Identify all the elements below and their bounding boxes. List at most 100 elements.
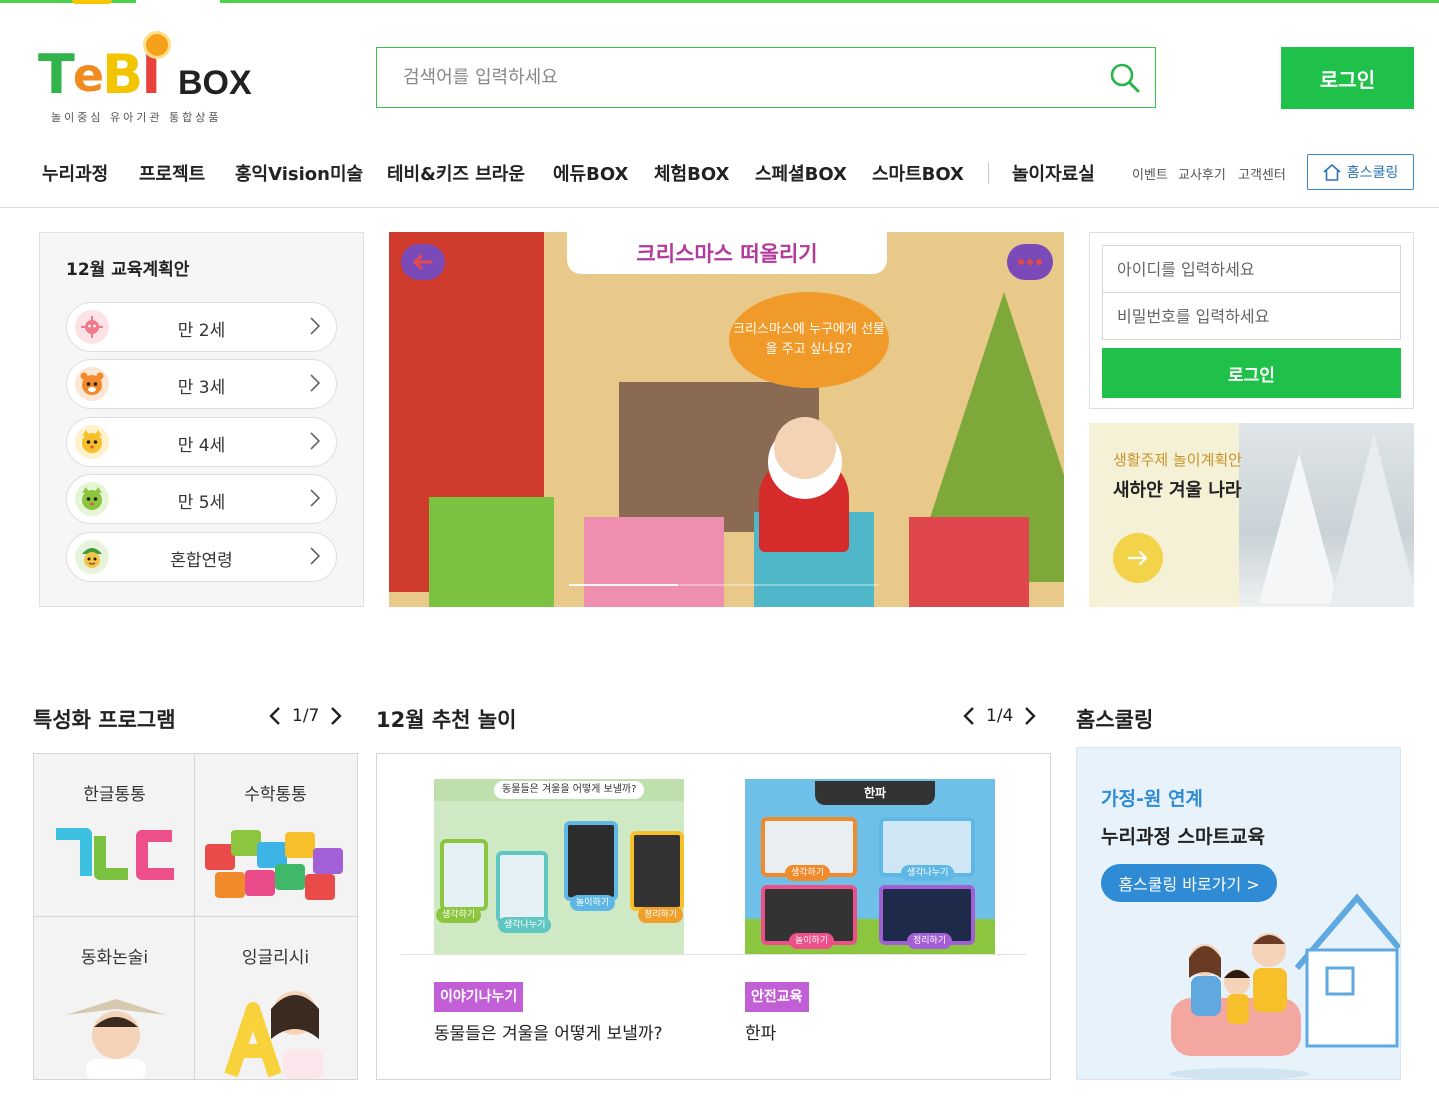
nav-util-support[interactable]: 고객센터 (1238, 164, 1286, 183)
recommend-card-title: 동물들은 겨울을 어떻게 보낼까? (434, 1024, 663, 1044)
hero-slide-progress (569, 584, 879, 586)
arrow-right-icon (1127, 550, 1148, 566)
thumb-label: 생각하기 (436, 907, 482, 923)
thumb-label: 정리하기 (638, 907, 684, 923)
nav-item-nuri[interactable]: 누리과정 (42, 160, 108, 186)
age-button-3[interactable]: 만 3세 (66, 359, 337, 409)
program-grid: 한글통통 수학통통 동화논술i 잉글리시i (33, 753, 358, 1080)
nav-item-vision-art[interactable]: 홍익Vision미술 (235, 160, 363, 186)
homeschool-line1: 가정-원 연계 (1101, 788, 1203, 810)
program-math[interactable]: 수학통통 (195, 754, 356, 916)
speech-bubble: 크리스마스에 누구에게 선물을 주고 싶나요? (729, 292, 889, 388)
chevron-left-icon[interactable] (962, 706, 976, 726)
recommend-panel: 동물들은 겨울을 어떻게 보낼까? 생각하기 생각나누기 놀이하기 정리하기 이… (376, 753, 1051, 1080)
nav-item-edubox[interactable]: 에듀BOX (553, 160, 628, 186)
back-arrow-button[interactable] (401, 244, 445, 280)
more-dot-icon (1018, 259, 1024, 265)
number-tiles-image (205, 830, 343, 900)
nav-util-event[interactable]: 이벤트 (1132, 164, 1168, 183)
age-label: 혼합연령 (170, 551, 233, 571)
nav-item-experience-box[interactable]: 체험BOX (654, 160, 729, 186)
thumb-label: 생각나누기 (498, 917, 552, 933)
recommend-pager: 1/4 (962, 706, 1037, 726)
winter-subtitle: 생활주제 놀이계획안 (1113, 451, 1242, 469)
nav-item-tebi-kids[interactable]: 테비&키즈 브라운 (387, 160, 525, 186)
site-logo[interactable]: TeBI BOX 놀이중심 유아기관 통합상품 (38, 34, 253, 126)
santa-face (774, 417, 836, 479)
age-label: 만 2세 (177, 321, 226, 341)
chevron-right-icon (310, 317, 320, 335)
winter-theme-banner[interactable]: 생활주제 놀이계획안 새하얀 겨울 나라 (1089, 423, 1414, 607)
monthly-plan-title: 12월 교육계획안 (66, 260, 190, 280)
program-name: 동화논술i (80, 948, 149, 968)
main-nav: 누리과정 프로젝트 홍익Vision미술 테비&키즈 브라운 에듀BOX 체험B… (0, 150, 1439, 208)
program-story-essay[interactable]: 동화논술i (34, 917, 195, 1079)
program-english[interactable]: 잉글리시i (195, 917, 356, 1079)
nav-util-reviews[interactable]: 교사후기 (1178, 164, 1226, 183)
recommend-section-title: 12월 추천 놀이 (376, 708, 517, 732)
program-name: 한글통통 (83, 785, 146, 805)
age-button-5[interactable]: 만 5세 (66, 474, 337, 524)
password-input[interactable] (1102, 292, 1401, 340)
chevron-right-icon (310, 489, 320, 507)
age-label: 만 4세 (177, 436, 226, 456)
sun-icon (146, 34, 168, 56)
monthly-plan-panel: 12월 교육계획안 만 2세 만 3세 만 4세 만 5세 혼합연령 (39, 232, 364, 607)
hero-banner[interactable]: 크리스마스에 누구에게 선물을 주고 싶나요? 크리스마스 떠올리기 (389, 232, 1064, 607)
more-dot-icon (1027, 259, 1033, 265)
chevron-right-icon (310, 432, 320, 450)
nav-item-project[interactable]: 프로젝트 (139, 160, 205, 186)
logo-box-text: BOX (178, 64, 252, 102)
homeschool-line2: 누리과정 스마트교육 (1101, 826, 1265, 848)
search-icon[interactable] (1109, 62, 1141, 94)
nav-item-special-box[interactable]: 스페셜BOX (755, 160, 847, 186)
thumb-frame (440, 839, 488, 911)
login-button[interactable]: 로그인 (1102, 348, 1401, 398)
chevron-left-icon[interactable] (268, 706, 282, 726)
top-accent-bar (0, 0, 1439, 4)
thumb-label: 생각나누기 (901, 865, 955, 881)
homeschooling-nav-label: 홈스쿨링 (1346, 165, 1399, 181)
top-accent-right (220, 0, 1439, 3)
snowy-trees-image (1239, 423, 1414, 607)
nav-item-smart-box[interactable]: 스마트BOX (872, 160, 964, 186)
top-accent-badge (72, 0, 112, 4)
id-input[interactable] (1102, 245, 1401, 293)
program-hangul[interactable]: 한글통통 (34, 754, 195, 916)
homeschooling-nav-button[interactable]: 홈스쿨링 (1307, 154, 1414, 190)
chevron-right-icon (310, 374, 320, 392)
chevron-right-icon[interactable] (1023, 706, 1037, 726)
nav-item-play-materials[interactable]: 놀이자료실 (1012, 160, 1095, 186)
thumb-frame (496, 851, 548, 923)
more-button[interactable] (1007, 244, 1053, 280)
homeschool-banner[interactable]: 가정-원 연계 누리과정 스마트교육 홈스쿨링 바로가기 > (1076, 747, 1401, 1080)
chevron-right-icon[interactable] (329, 706, 343, 726)
hero-title: 크리스마스 떠올리기 (567, 232, 887, 274)
search-input[interactable] (377, 48, 1097, 107)
thumb-label: 놀이하기 (570, 895, 616, 911)
age-button-mixed[interactable]: 혼합연령 (66, 532, 337, 582)
chevron-right-icon (310, 547, 320, 565)
age-button-4[interactable]: 만 4세 (66, 417, 337, 467)
winter-go-button[interactable] (1113, 533, 1163, 583)
gift-box-red (909, 517, 1029, 607)
program-name: 잉글리시i (241, 948, 310, 968)
recommend-card-tag: 이야기나누기 (434, 982, 524, 1012)
hangul-blocks-image (56, 828, 174, 880)
boy-with-book-image (66, 999, 166, 1079)
thumb-label: 정리하기 (907, 933, 953, 949)
age-button-2[interactable]: 만 2세 (66, 302, 337, 352)
header-login-button[interactable]: 로그인 (1281, 47, 1414, 109)
search-bar (376, 47, 1156, 108)
program-grid-hline (34, 916, 357, 917)
logo-tagline: 놀이중심 유아기관 통합상품 (51, 111, 222, 124)
top-accent-left (0, 0, 136, 3)
recommend-card-title: 한파 (745, 1024, 777, 1044)
recommend-card-thumbnail: 한파 생각하기 생각나누기 놀이하기 정리하기 (745, 779, 995, 954)
gift-box-pink (584, 517, 724, 607)
programs-page-indicator: 1/7 (292, 706, 320, 726)
home-icon (1323, 163, 1341, 181)
thumb-frame (564, 821, 618, 901)
login-panel: 로그인 (1089, 232, 1414, 409)
recommend-card-thumbnail: 동물들은 겨울을 어떻게 보낼까? 생각하기 생각나누기 놀이하기 정리하기 (434, 779, 684, 954)
